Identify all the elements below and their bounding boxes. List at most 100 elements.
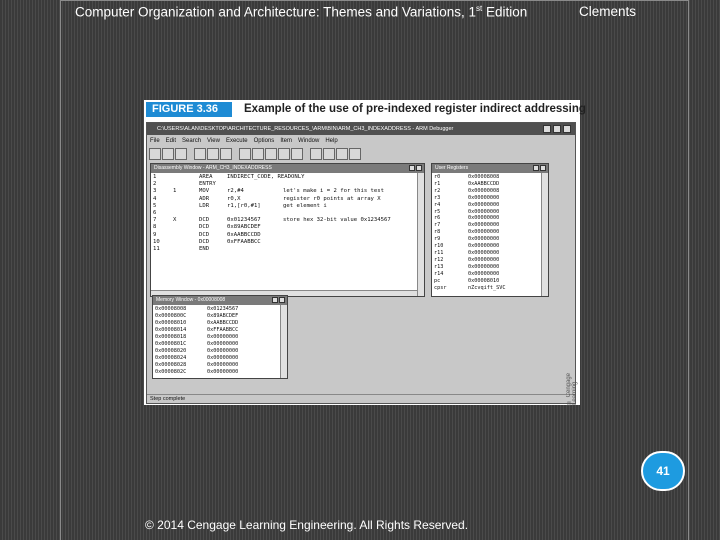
minimize-button[interactable]	[543, 125, 551, 133]
line-args	[227, 246, 283, 253]
figure-caption: Example of the use of pre-indexed regist…	[244, 103, 586, 115]
new-file-icon[interactable]	[149, 148, 161, 160]
memory-row[interactable]: 0x0000800C 0x89ABCDEF	[155, 313, 285, 320]
memory-row[interactable]: 0x00008020 0x00000000	[155, 348, 285, 355]
memory-row[interactable]: 0x0000802C 0x00000000	[155, 369, 285, 376]
memory-icon[interactable]	[349, 148, 361, 160]
register-name: r10	[434, 243, 444, 250]
memory-row[interactable]: 0x00008008 0x01234567	[155, 306, 285, 313]
minimize-icon[interactable]	[409, 165, 415, 171]
save-icon[interactable]	[175, 148, 187, 160]
memory-row[interactable]: 0x00008014 0xFFAABBCC	[155, 327, 285, 334]
register-value: 0xAABBCCDD	[468, 180, 500, 187]
app-title: C:\USERS\ALAN\DESKTOP\ARCHITECTURE_RESOU…	[157, 126, 454, 132]
register-value: 0x00000000	[468, 215, 500, 222]
register-row[interactable]: r10 0x00000000	[434, 243, 546, 250]
watch-icon[interactable]	[323, 148, 335, 160]
code-line[interactable]: 6	[153, 210, 422, 217]
register-row[interactable]: r0 0x00008008	[434, 174, 546, 181]
menu-options[interactable]: Options	[254, 136, 275, 147]
memory-value: 0x00000000	[207, 334, 239, 340]
register-row[interactable]: r8 0x00000000	[434, 229, 546, 236]
memory-row[interactable]: 0x00008018 0x00000000	[155, 334, 285, 341]
register-row[interactable]: r3 0x00000000	[434, 195, 546, 202]
register-row[interactable]: r2 0x00000008	[434, 188, 546, 195]
step-in-icon[interactable]	[278, 148, 290, 160]
close-button[interactable]	[563, 125, 571, 133]
menu-help[interactable]: Help	[325, 136, 337, 147]
register-row[interactable]: r4 0x00000000	[434, 202, 546, 209]
code-line[interactable]: 1 AREA INDIRECT_CODE, READONLY	[153, 174, 422, 181]
register-row[interactable]: r6 0x00000000	[434, 215, 546, 222]
menu-execute[interactable]: Execute	[226, 136, 248, 147]
memory-value: 0x01234567	[207, 306, 239, 312]
register-row[interactable]: cpsr nZcvqift_SVC	[434, 285, 546, 292]
disassembly-window: Disassembly Window - ARM_CH3_INDEXADDRES…	[150, 163, 425, 297]
open-file-icon[interactable]	[162, 148, 174, 160]
menu-file[interactable]: File	[150, 136, 160, 147]
register-row[interactable]: r13 0x00000000	[434, 264, 546, 271]
registers-icon[interactable]	[336, 148, 348, 160]
step-out-icon[interactable]	[291, 148, 303, 160]
menu-search[interactable]: Search	[182, 136, 201, 147]
register-row[interactable]: pc 0x00008010	[434, 278, 546, 285]
copyright-footer: © 2014 Cengage Learning Engineering. All…	[145, 518, 469, 532]
register-row[interactable]: r9 0x00000000	[434, 236, 546, 243]
breakpoint-icon[interactable]	[310, 148, 322, 160]
code-line[interactable]: 5 LDR r1,[r0,#1] get element i	[153, 203, 422, 210]
register-name: r13	[434, 263, 444, 270]
register-name: r3	[434, 194, 441, 201]
disassembly-vscroll[interactable]	[417, 173, 424, 296]
register-name: cpsr	[434, 284, 447, 291]
code-line[interactable]: 11 END	[153, 246, 422, 253]
page-number-badge: 41	[641, 451, 685, 491]
register-row[interactable]: r12 0x00000000	[434, 257, 546, 264]
line-label	[173, 196, 199, 203]
memory-value: 0xAABBCCDD	[207, 320, 239, 326]
go-icon[interactable]	[239, 148, 251, 160]
paste-icon[interactable]	[220, 148, 232, 160]
register-row[interactable]: r11 0x00000000	[434, 250, 546, 257]
stop-icon[interactable]	[252, 148, 264, 160]
code-line[interactable]: 8 DCD 0x89ABCDEF	[153, 224, 422, 231]
maximize-icon[interactable]	[279, 297, 285, 303]
memory-address: 0x0000800C	[155, 313, 187, 319]
menu-window[interactable]: Window	[298, 136, 319, 147]
memory-row[interactable]: 0x00008028 0x00000000	[155, 362, 285, 369]
step-icon[interactable]	[265, 148, 277, 160]
registers-vscroll[interactable]	[541, 173, 548, 296]
maximize-button[interactable]	[553, 125, 561, 133]
maximize-icon[interactable]	[540, 165, 546, 171]
line-num: 10	[153, 238, 160, 245]
frame-line-left	[60, 0, 61, 540]
register-row[interactable]: r7 0x00000000	[434, 222, 546, 229]
register-row[interactable]: r14 0x00000000	[434, 271, 546, 278]
memory-address: 0x0000801C	[155, 341, 187, 347]
cut-icon[interactable]	[194, 148, 206, 160]
memory-value: 0x00000000	[207, 362, 239, 368]
code-line[interactable]: 4 ADR r0,X register r0 points at array X	[153, 196, 422, 203]
maximize-icon[interactable]	[416, 165, 422, 171]
memory-row[interactable]: 0x0000801C 0x00000000	[155, 341, 285, 348]
register-name: r0	[434, 174, 441, 180]
menu-view[interactable]: View	[207, 136, 220, 147]
code-line[interactable]: 2 ENTRY	[153, 181, 422, 188]
minimize-icon[interactable]	[272, 297, 278, 303]
register-name: r2	[434, 187, 441, 194]
menu-edit[interactable]: Edit	[166, 136, 176, 147]
memory-vscroll[interactable]	[280, 305, 287, 378]
code-line[interactable]: 9 DCD 0xAABBCCDD	[153, 232, 422, 239]
minimize-icon[interactable]	[533, 165, 539, 171]
copy-icon[interactable]	[207, 148, 219, 160]
memory-row[interactable]: 0x00008024 0x00000000	[155, 355, 285, 362]
memory-row[interactable]: 0x00008010 0xAABBCCDD	[155, 320, 285, 327]
register-value: nZcvqift_SVC	[468, 284, 506, 291]
code-line[interactable]: 10 DCD 0xFFAABBCC	[153, 239, 422, 246]
register-row[interactable]: r1 0xAABBCCDD	[434, 181, 546, 188]
code-line[interactable]: 7 X DCD 0x01234567 store hex 32-bit value 0x…	[153, 217, 422, 224]
register-name: r4	[434, 201, 441, 208]
line-op: DCD	[199, 238, 210, 245]
menu-item[interactable]: Item	[280, 136, 292, 147]
register-row[interactable]: r5 0x00000000	[434, 209, 546, 216]
code-line[interactable]: 3 1 MOV r2,#4 let's make i = 2 for this test	[153, 188, 422, 195]
